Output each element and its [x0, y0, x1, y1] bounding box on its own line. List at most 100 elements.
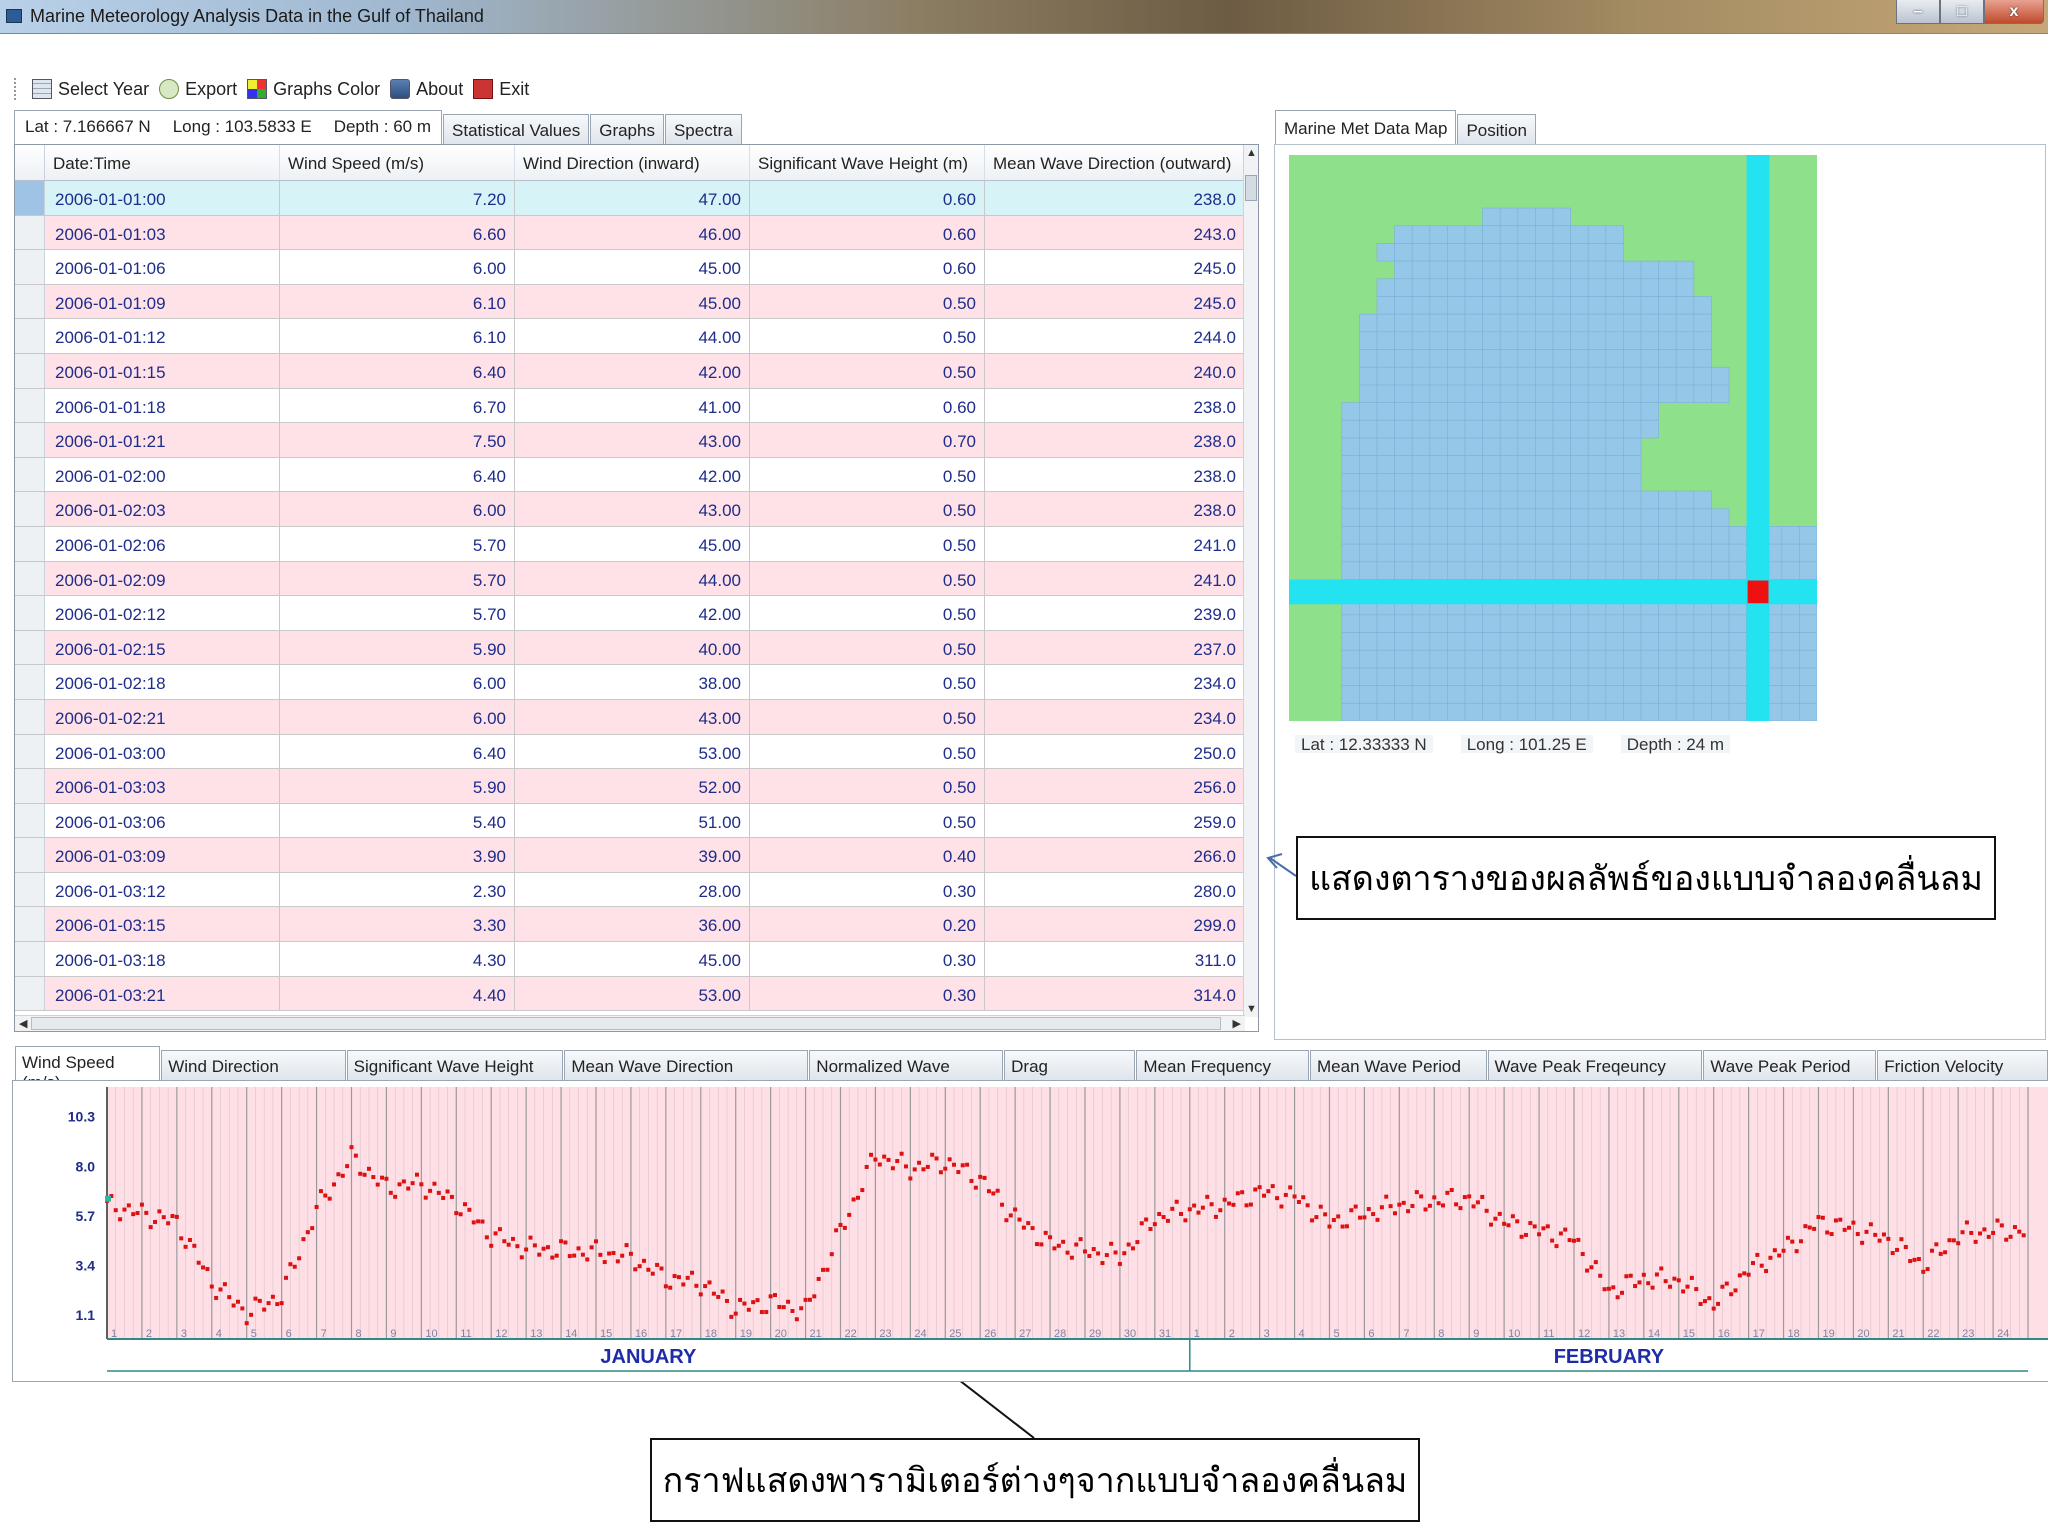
- data-point: [2017, 1229, 2022, 1234]
- data-point: [1506, 1223, 1511, 1228]
- data-point: [764, 1310, 769, 1315]
- data-point: [240, 1306, 245, 1311]
- table-callout: แสดงตารางของผลลัพธ์ของแบบจำลองคลื่นลม: [1296, 836, 1996, 920]
- data-point: [1222, 1197, 1227, 1202]
- data-point: [1820, 1215, 1825, 1220]
- graph-tab-5[interactable]: Drag Coefficient: [1004, 1050, 1136, 1096]
- data-point: [698, 1292, 703, 1297]
- data-point: [384, 1176, 389, 1181]
- data-point: [1838, 1217, 1843, 1222]
- data-point: [1978, 1231, 1983, 1236]
- data-point: [279, 1301, 284, 1306]
- graph-tab-10[interactable]: Friction Velocity (m/s): [1877, 1050, 2048, 1096]
- data-point: [414, 1172, 419, 1177]
- data-point: [1873, 1232, 1878, 1237]
- graph-tab-6[interactable]: Mean Frequency (Hz): [1136, 1050, 1309, 1096]
- data-point: [1785, 1235, 1790, 1240]
- data-point: [1353, 1204, 1358, 1209]
- data-point: [903, 1164, 908, 1169]
- data-point: [1668, 1284, 1673, 1289]
- data-point: [1938, 1251, 1943, 1256]
- data-point: [882, 1154, 887, 1159]
- data-point: [952, 1162, 957, 1167]
- data-point: [1711, 1306, 1716, 1311]
- data-point: [406, 1186, 411, 1191]
- data-point: [1449, 1187, 1454, 1192]
- graph-tab-2[interactable]: Significant Wave Height (m): [346, 1050, 564, 1096]
- graph-tab-4[interactable]: Normalized Wave Stress: [809, 1050, 1004, 1096]
- data-point: [187, 1237, 192, 1242]
- data-point: [445, 1189, 450, 1194]
- data-point: [253, 1296, 258, 1301]
- y-tick-label: 3.4: [76, 1258, 96, 1274]
- data-point: [847, 1212, 852, 1217]
- data-point: [1244, 1203, 1249, 1208]
- day-tick-label: 20: [775, 1328, 787, 1340]
- day-tick-label: 24: [914, 1328, 926, 1340]
- data-point: [825, 1267, 830, 1272]
- data-point: [672, 1274, 677, 1279]
- data-point: [572, 1253, 577, 1258]
- data-point: [371, 1175, 376, 1180]
- data-point: [1427, 1203, 1432, 1208]
- data-point: [930, 1152, 935, 1157]
- graph-tab-0[interactable]: Wind Speed (m/s): [15, 1046, 161, 1092]
- graph-tab-8[interactable]: Wave Peak Freqeuncy (Hz): [1487, 1050, 1703, 1096]
- data-point: [921, 1167, 926, 1172]
- data-point: [1833, 1218, 1838, 1223]
- data-point: [1131, 1246, 1136, 1251]
- wind-speed-chart[interactable]: 10.3 8.0 5.7 3.4 1.1 1 2 3 4 5 6 7 8 9 10 11 12 13 14 15 16 1…: [13, 1081, 2048, 1381]
- day-tick-label: 11: [460, 1328, 471, 1340]
- data-point: [1266, 1189, 1271, 1194]
- data-point: [244, 1321, 249, 1326]
- data-point: [642, 1258, 647, 1263]
- graph-tab-7[interactable]: Mean Wave Period (s): [1310, 1050, 1487, 1096]
- data-point: [943, 1166, 948, 1171]
- day-tick-label: 7: [321, 1328, 327, 1340]
- application-window: Marine Meteorology Analysis Data in the …: [0, 0, 2048, 1537]
- data-point: [506, 1242, 511, 1247]
- day-tick-label: 29: [1089, 1328, 1101, 1340]
- data-point: [318, 1189, 323, 1194]
- data-point: [1279, 1204, 1284, 1209]
- data-point: [720, 1289, 725, 1294]
- data-point: [1344, 1224, 1349, 1229]
- data-point: [1497, 1211, 1502, 1216]
- data-point: [807, 1297, 812, 1302]
- day-tick-label: 19: [740, 1328, 752, 1340]
- data-point: [1951, 1238, 1956, 1243]
- graph-tab-3[interactable]: Mean Wave Direction (outward): [564, 1050, 809, 1096]
- data-point: [838, 1222, 843, 1227]
- data-point: [899, 1151, 904, 1156]
- data-point: [305, 1230, 310, 1235]
- day-tick-label: 20: [1857, 1328, 1869, 1340]
- data-point: [593, 1239, 598, 1244]
- data-point: [1397, 1202, 1402, 1207]
- data-point: [1947, 1238, 1952, 1243]
- data-point: [340, 1173, 345, 1178]
- data-point: [1288, 1185, 1293, 1190]
- data-point: [144, 1210, 149, 1215]
- data-point: [1611, 1285, 1616, 1290]
- data-point: [1720, 1284, 1725, 1289]
- data-point: [1100, 1261, 1105, 1266]
- graph-tab-1[interactable]: Wind Direction (inward): [161, 1050, 346, 1096]
- data-point: [545, 1245, 550, 1250]
- data-point: [231, 1303, 236, 1308]
- data-point: [934, 1156, 939, 1161]
- graph-tab-9[interactable]: Wave Peak Period (s): [1703, 1050, 1877, 1096]
- data-point: [222, 1282, 227, 1287]
- data-point: [1336, 1214, 1341, 1219]
- data-point: [1117, 1261, 1122, 1266]
- data-point: [1401, 1200, 1406, 1205]
- data-point: [310, 1226, 315, 1231]
- data-point: [323, 1193, 328, 1198]
- data-point: [528, 1235, 533, 1240]
- data-point: [969, 1178, 974, 1183]
- data-point: [174, 1214, 179, 1219]
- data-point: [772, 1293, 777, 1298]
- data-point: [1340, 1224, 1345, 1229]
- data-point: [1445, 1190, 1450, 1195]
- data-point: [1013, 1207, 1018, 1212]
- data-point: [1563, 1227, 1568, 1232]
